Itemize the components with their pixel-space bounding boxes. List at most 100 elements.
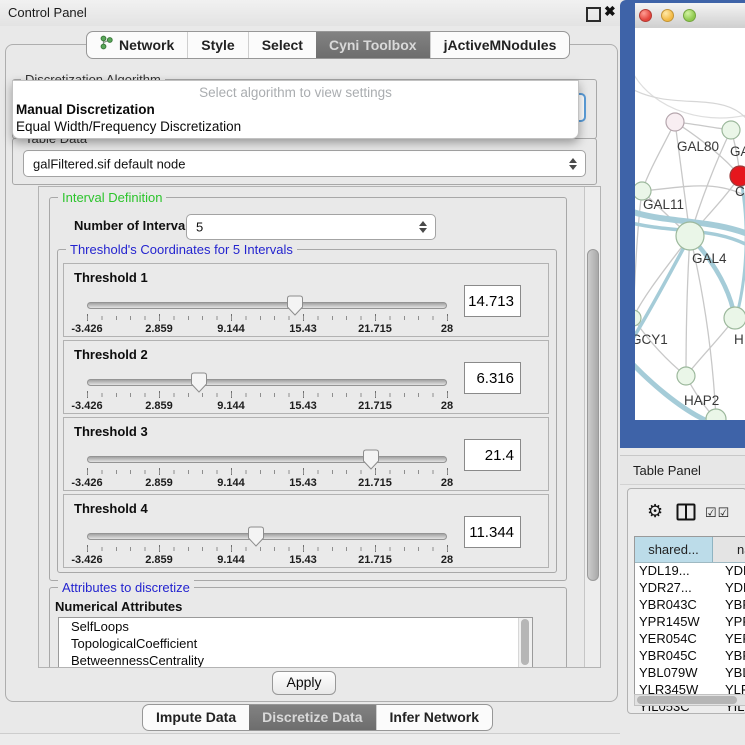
tick-label: 9.144 <box>217 323 245 335</box>
list-item[interactable]: BetweennessCentrality <box>59 652 532 668</box>
slider-minor-ticks <box>87 393 448 397</box>
number-of-intervals-combobox[interactable]: 5 <box>186 214 436 240</box>
threshold-1-panel: Threshold 1 -3.426 2.859 9.144 15.43 21.… <box>63 263 549 337</box>
tab-impute-data[interactable]: Impute Data <box>143 705 249 730</box>
threshold-2-slider[interactable]: -3.426 2.859 9.144 15.43 21.715 28 <box>87 371 447 413</box>
node-label-partial: GA <box>730 144 745 159</box>
attributes-group-title: Attributes to discretize <box>58 580 194 595</box>
network-node-selected[interactable] <box>730 166 745 186</box>
column-header-name[interactable]: na <box>713 537 745 562</box>
control-panel-titlebar: Control Panel <box>0 0 620 26</box>
apply-button[interactable]: Apply <box>272 671 336 695</box>
node-label-gcy1: GCY1 <box>635 332 668 347</box>
cell-name[interactable]: YDR2 <box>712 580 745 597</box>
control-panel-tabbar: Network Style Select Cyni Toolbox jActiv… <box>86 31 570 59</box>
scrollbar-thumb[interactable] <box>521 619 529 665</box>
threshold-4-value-field[interactable] <box>464 516 521 548</box>
network-edge <box>635 28 745 118</box>
threshold-3-slider[interactable]: -3.426 2.859 9.144 15.43 21.715 28 <box>87 448 447 490</box>
cell-shared-name[interactable]: YBL079W <box>635 665 712 682</box>
slider-thumb[interactable] <box>287 295 303 316</box>
cell-shared-name[interactable]: YER054C <box>635 631 712 648</box>
table-horizontal-scrollbar[interactable] <box>634 694 745 706</box>
cell-name[interactable]: YBL0 <box>712 665 745 682</box>
pane-vertical-scrollbar[interactable] <box>584 187 600 667</box>
threshold-2-value-field[interactable] <box>464 362 521 394</box>
scrollbar-thumb[interactable] <box>587 249 599 581</box>
window-minimize-button[interactable] <box>661 9 674 22</box>
cell-name[interactable]: YBR0 <box>712 648 745 665</box>
cell-shared-name[interactable]: YDR27... <box>635 580 712 597</box>
tick-label: 21.715 <box>358 323 392 335</box>
table-row[interactable]: YER054CYER0 <box>635 631 745 648</box>
cell-name[interactable]: YDL1 <box>712 563 745 580</box>
table-data-combobox[interactable]: galFiltered.sif default node <box>23 150 586 177</box>
tick-label: 9.144 <box>217 477 245 489</box>
tab-cyni-toolbox[interactable]: Cyni Toolbox <box>316 32 430 58</box>
cell-shared-name[interactable]: YDL19... <box>635 563 712 580</box>
network-node-hap2[interactable] <box>677 367 695 385</box>
network-node-gal4[interactable] <box>676 222 704 250</box>
cell-name[interactable]: YER0 <box>712 631 745 648</box>
control-panel-title: Control Panel <box>8 5 87 20</box>
table-row[interactable]: YBR043CYBR0 <box>635 597 745 614</box>
tab-style[interactable]: Style <box>187 32 247 58</box>
slider-thumb[interactable] <box>248 526 264 547</box>
table-row[interactable]: YPR145WYPR1 <box>635 614 745 631</box>
tab-discretize-data[interactable]: Discretize Data <box>249 705 375 730</box>
scrollbar-thumb[interactable] <box>637 696 737 704</box>
list-item[interactable]: SelfLoops <box>59 618 532 635</box>
tab-jactivemnodules[interactable]: jActiveMNodules <box>430 32 570 58</box>
cell-shared-name[interactable]: YBR043C <box>635 597 712 614</box>
slider-thumb[interactable] <box>363 449 379 470</box>
list-item[interactable]: TopologicalCoefficient <box>59 635 532 652</box>
screen: Control Panel ✖ Network Style Select Cyn… <box>0 0 745 745</box>
close-icon[interactable]: ✖ <box>604 3 616 20</box>
dropdown-option-equal-width[interactable]: Equal Width/Frequency Discretization <box>16 119 241 134</box>
slider-track[interactable] <box>87 456 447 463</box>
network-node[interactable] <box>722 121 740 139</box>
tab-network[interactable]: Network <box>87 32 187 58</box>
threshold-3-value-field[interactable] <box>464 439 521 471</box>
table-row[interactable]: YBR045CYBR0 <box>635 648 745 665</box>
network-canvas[interactable]: GAL80 GA C GAL11 GAL4 GCY1 H HAP2 <box>635 28 745 420</box>
attributes-list-scrollbar[interactable] <box>518 618 532 668</box>
float-window-icon[interactable] <box>586 7 601 22</box>
window-zoom-button[interactable] <box>683 9 696 22</box>
table-panel-title: Table Panel <box>633 463 701 478</box>
table-row[interactable]: YBL079WYBL0 <box>635 665 745 682</box>
slider-track[interactable] <box>87 533 447 540</box>
window-close-button[interactable] <box>639 9 652 22</box>
select-columns-icon[interactable]: ☑☑ <box>705 505 730 521</box>
slider-track[interactable] <box>87 379 447 386</box>
tick-label: 2.859 <box>145 400 173 412</box>
table-row[interactable]: YDL19...YDL1 <box>635 563 745 580</box>
cyni-mode-tabbar: Impute Data Discretize Data Infer Networ… <box>142 704 493 731</box>
table-row[interactable]: YDR27...YDR2 <box>635 580 745 597</box>
cell-shared-name[interactable]: YBR045C <box>635 648 712 665</box>
network-node-gal80[interactable] <box>666 113 684 131</box>
tab-select[interactable]: Select <box>248 32 316 58</box>
tick-label: 15.43 <box>289 554 317 566</box>
table-panel-titlebar: Table Panel <box>620 455 745 485</box>
cell-name[interactable]: YBR0 <box>712 597 745 614</box>
cell-name[interactable]: YPR1 <box>712 614 745 631</box>
threshold-1-slider[interactable]: -3.426 2.859 9.144 15.43 21.715 28 <box>87 294 447 336</box>
algorithm-dropdown-popup: Select algorithm to view settings Manual… <box>12 80 579 139</box>
network-node[interactable] <box>724 307 745 329</box>
tab-infer-network[interactable]: Infer Network <box>376 705 492 730</box>
tick-label: 28 <box>441 477 453 489</box>
columns-icon[interactable] <box>676 503 696 526</box>
threshold-1-value-field[interactable] <box>464 285 521 317</box>
column-header-shared-name[interactable]: shared... <box>635 537 713 562</box>
slider-track[interactable] <box>87 302 447 309</box>
tick-label: 28 <box>441 323 453 335</box>
tick-label: 9.144 <box>217 400 245 412</box>
gear-icon[interactable]: ⚙ <box>647 501 663 522</box>
slider-thumb[interactable] <box>191 372 207 393</box>
slider-tick-labels: -3.426 2.859 9.144 15.43 21.715 28 <box>87 400 447 412</box>
threshold-4-slider[interactable]: -3.426 2.859 9.144 15.43 21.715 28 <box>87 525 447 567</box>
threshold-2-panel: Threshold 2 -3.426 2.859 9.144 15.43 21.… <box>63 340 549 414</box>
dropdown-option-manual-discretization[interactable]: Manual Discretization <box>16 102 155 117</box>
cell-shared-name[interactable]: YPR145W <box>635 614 712 631</box>
